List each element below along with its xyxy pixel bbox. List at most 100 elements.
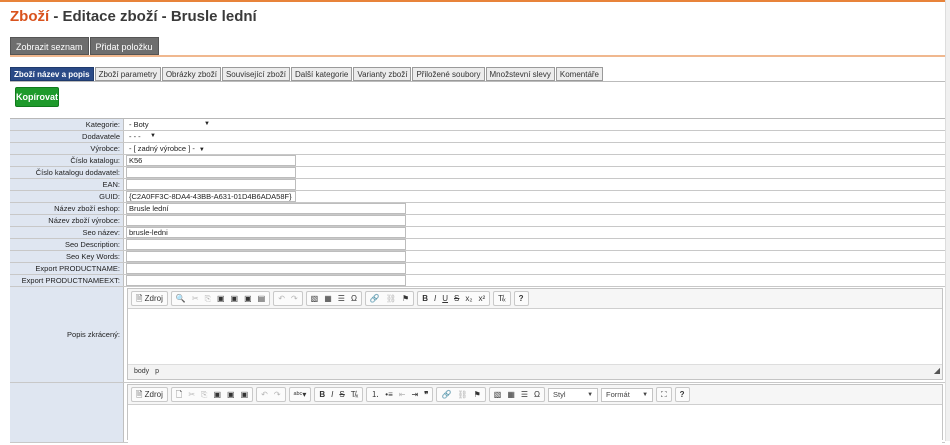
strike-icon[interactable]: S [451,292,462,305]
unlink-icon[interactable]: ⛓ [454,388,470,401]
anchor-flag-icon[interactable]: ⚑ [399,292,412,305]
help-icon[interactable]: ? [677,388,688,401]
cut-icon[interactable]: ✂ [189,292,202,305]
underline-icon[interactable]: U [439,292,451,305]
italic-icon[interactable]: I [328,388,336,401]
export-productname-input[interactable] [126,263,406,274]
cut-icon[interactable]: ✂ [185,388,198,401]
link-icon[interactable]: 🔗 [367,292,383,305]
redo-icon[interactable]: ↷ [288,292,301,305]
blockquote-icon[interactable]: ❞ [421,388,431,401]
ean-input[interactable] [126,179,296,190]
remove-format-icon[interactable]: T̸ₓ [495,292,509,305]
tab-variants[interactable]: Varianty zboží [353,67,412,81]
paste-word-icon[interactable]: ▣ [238,388,252,401]
bold-icon[interactable]: B [419,292,431,305]
form-row-kategorie: Kategorie: - Boty ▼ [10,119,945,131]
action-bar: Zobrazit seznam Přidat položku [10,37,159,55]
paste-icon[interactable]: ▣ [214,292,228,305]
bullet-list-icon[interactable]: •≡ [382,388,395,401]
chevron-down-icon: ▼ [198,147,205,153]
image-icon[interactable]: ▧ [308,292,322,305]
paste-word-icon[interactable]: ▣ [241,292,255,305]
supplier-select[interactable]: - - - ▼ [126,131,156,142]
strike-icon[interactable]: S [336,388,347,401]
copy-button[interactable]: Kopírovat [15,87,59,107]
tab-quantity-discounts[interactable]: Množstevní slevy [485,67,555,81]
format-combo[interactable]: Formát ▼ [601,387,654,402]
editor-statusbar: body p ◢ [128,364,942,378]
export-productnameext-input[interactable] [126,275,406,286]
tab-images[interactable]: Obrázky zboží [161,67,221,81]
category-select[interactable]: - Boty ▼ [126,119,210,130]
supplier-catalog-number-input[interactable] [126,167,296,178]
paste-text-icon[interactable]: ▣ [224,388,238,401]
numbered-list-icon[interactable]: ⒈ [368,388,382,401]
form-row-seo-keywords: Seo Key Words: [10,251,945,263]
source-button[interactable]: 🗎 Zdroj [133,292,166,305]
paste-text-icon[interactable]: ▣ [228,292,242,305]
seo-keywords-input[interactable] [126,251,406,262]
catalog-number-input[interactable]: K56 [126,155,296,166]
anchor-flag-icon[interactable]: ⚑ [471,388,484,401]
undo-icon[interactable]: ↶ [258,388,271,401]
image-icon[interactable]: ▧ [491,388,505,401]
indent-icon[interactable]: ⇥ [408,388,421,401]
link-icon[interactable]: 🔗 [438,388,454,401]
manufacturer-select[interactable]: - [ zadný výrobce ] - ▼ [126,143,206,154]
resize-grip-icon[interactable]: ◢ [934,364,940,377]
editor-content[interactable] [128,405,942,445]
status-path-body[interactable]: body [134,368,149,375]
redo-icon[interactable]: ↷ [271,388,284,401]
top-accent-line [0,0,950,2]
spellcheck-icon[interactable]: ᵃᵇᶜ▾ [291,388,310,401]
tab-comments[interactable]: Komentáře [555,67,604,81]
horizontal-line-icon[interactable]: ☰ [518,388,531,401]
source-button[interactable]: 🗎 Zdroj [133,388,166,401]
superscript-icon[interactable]: x² [475,292,488,305]
guid-input[interactable]: {C2A0FF3C-8DA4-43BB-A631-01D4B6ADA58F} [126,191,296,202]
italic-icon[interactable]: I [431,292,439,305]
style-combo[interactable]: Styl ▼ [548,387,599,402]
remove-format-icon[interactable]: T̸ₓ [348,388,362,401]
paste-icon[interactable]: ▣ [210,388,224,401]
source-icon: 🗎 [136,294,143,303]
seo-description-input[interactable] [126,239,406,250]
maximize-icon[interactable]: ⛶ [658,388,670,401]
special-char-icon[interactable]: Ω [531,388,543,401]
bold-icon[interactable]: B [316,388,328,401]
horizontal-line-icon[interactable]: ☰ [335,292,348,305]
status-path-p[interactable]: p [155,368,159,375]
special-char-icon[interactable]: Ω [348,292,360,305]
help-icon[interactable]: ? [516,292,527,305]
header-separator [10,55,945,57]
subscript-icon[interactable]: x₂ [462,292,475,305]
table-icon[interactable]: ▦ [321,292,335,305]
find-icon[interactable]: 🔍 [173,292,189,305]
document-icon[interactable]: 🗋 [173,388,185,401]
copy-icon[interactable]: ⎘ [198,388,210,401]
tab-attachments[interactable]: Přiložené soubory [412,67,485,81]
vertical-scrollbar[interactable] [945,0,950,441]
add-item-button[interactable]: Přidat položku [89,37,159,55]
undo-icon[interactable]: ↶ [275,292,288,305]
form-row-ean: EAN: [10,179,945,191]
format-painter-icon[interactable]: ▤ [255,292,269,305]
editor-content[interactable] [128,309,942,364]
field-label: Dodavatele [10,131,124,142]
eshop-name-input[interactable]: Brusle lední [126,203,406,214]
tab-related[interactable]: Související zboží [221,67,290,81]
show-list-button[interactable]: Zobrazit seznam [10,37,89,55]
tab-name-description[interactable]: Zboží název a popis [10,67,94,81]
manufacturer-name-input[interactable] [126,215,406,226]
seo-name-input[interactable]: brusle-ledni [126,227,406,238]
tab-categories[interactable]: Další kategorie [291,67,353,81]
field-label: Seo Key Words: [10,251,124,262]
unlink-icon[interactable]: ⛓ [383,292,399,305]
outdent-icon[interactable]: ⇤ [396,388,409,401]
tab-parameters[interactable]: Zboží parametry [94,67,161,81]
copy-icon[interactable]: ⎘ [202,292,214,305]
field-label: Výrobce: [10,143,124,154]
table-icon[interactable]: ▦ [504,388,518,401]
form-row-cislo-katalogu-dodavatel: Číslo katalogu dodavatel: [10,167,945,179]
